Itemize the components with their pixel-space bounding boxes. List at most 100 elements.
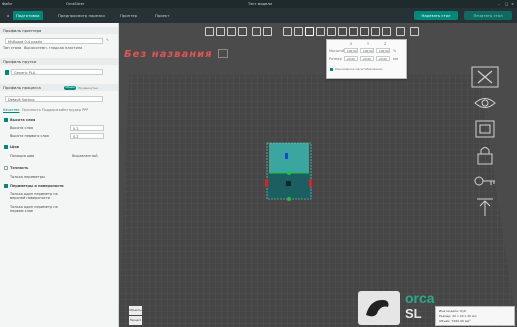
tab-strength[interactable]: Прочность (22, 108, 41, 112)
edit-icon[interactable]: ✎ (106, 38, 109, 42)
seam-paint-icon[interactable] (371, 27, 380, 36)
lift-arrow-icon[interactable] (471, 196, 499, 218)
slice-button[interactable]: Нарезать стол (414, 11, 458, 20)
plate-type-select[interactable]: Высокотемп. гладкая пластина (22, 45, 108, 51)
first-layer-height-label: Высота первого слоя (10, 134, 49, 138)
walls-header: Периметры и поверхности (10, 184, 64, 188)
brand-sub: SL (405, 306, 422, 321)
build-plate (119, 75, 517, 327)
walls-icon (4, 184, 8, 188)
3d-viewport[interactable] (119, 23, 517, 327)
print-button[interactable]: Печатать стол (464, 11, 512, 20)
process-select[interactable]: Default Setting (5, 96, 103, 102)
key-icon[interactable] (471, 170, 499, 192)
tab-extruder[interactable]: Экструдер PPP (62, 108, 88, 112)
arrange-icon[interactable] (227, 27, 236, 36)
size-x-input[interactable]: 20.00 (344, 56, 358, 61)
close-view-icon[interactable] (471, 66, 499, 88)
grid-icon[interactable] (216, 27, 225, 36)
scale-popup: X Y Z Масштаб 100.00 100.00 100.00 % Раз… (326, 39, 407, 79)
paint-icon[interactable] (338, 27, 347, 36)
cube-model[interactable] (265, 142, 312, 201)
layers-icon[interactable] (263, 27, 272, 36)
tab-support[interactable]: Поддержки (42, 108, 63, 112)
app-name: OrcaSlicer (66, 1, 85, 6)
printer-section-header: Профиль принтера (0, 27, 118, 34)
walls-first-label: Только один периметр на первом слое (10, 205, 58, 213)
filament-color-swatch[interactable] (5, 70, 9, 75)
orient-icon[interactable] (238, 27, 247, 36)
uniform-scale-label: Равномерное масштабирование (335, 67, 383, 71)
filament-select[interactable]: Generic PLA (11, 69, 103, 75)
tab-project[interactable]: Проект (152, 11, 172, 20)
view-eye-icon[interactable] (471, 92, 499, 114)
object-info-panel: Имя модели: Куб Размер: 20 x 20 x 20 мм … (435, 306, 515, 326)
size-label: Размер (329, 57, 342, 61)
maximize-icon[interactable]: □ (505, 2, 508, 6)
process-tab[interactable]: Процесс (129, 316, 142, 325)
plate-title[interactable]: Без названия (124, 49, 213, 60)
seam-position-label: Позиция шва (10, 154, 35, 158)
brand-word: orca (405, 290, 435, 306)
close-icon[interactable]: × (511, 2, 514, 6)
precision-icon (4, 166, 8, 170)
info-line-3: Объём: 7999.99 мм³ (439, 319, 471, 323)
text-icon[interactable] (349, 27, 358, 36)
z-header: Z (384, 42, 387, 46)
scale-y-input[interactable]: 100.00 (360, 48, 374, 53)
size-y-input[interactable]: 20.00 (360, 56, 374, 61)
objects-tab[interactable]: Объекты (129, 306, 142, 315)
view-icon[interactable] (396, 27, 405, 36)
seam-position-select[interactable]: Выравненный (70, 153, 110, 159)
first-layer-height-input[interactable]: 0.2 (70, 133, 104, 139)
tab-printer[interactable]: Принтер (117, 11, 140, 20)
lock-icon[interactable] (471, 144, 499, 166)
scale-icon[interactable] (305, 27, 314, 36)
window-title: Тест модели (248, 1, 272, 6)
scale-z-input[interactable]: 100.00 (376, 48, 390, 53)
walls-top-label: Только один периметр на верхней поверхно… (10, 192, 58, 200)
plate-icon[interactable] (252, 27, 261, 36)
layer-height-header: Высота слоя (10, 118, 36, 122)
title-bar: Файл OrcaSlicer Тест модели – □ × (0, 0, 517, 8)
add-icon[interactable] (205, 27, 214, 36)
uniform-scale-checkbox[interactable] (330, 68, 333, 71)
emboss-icon[interactable] (360, 27, 369, 36)
viewport-toolbar (205, 27, 455, 39)
plate-settings-icon[interactable] (471, 118, 499, 140)
size-unit: мм (393, 57, 399, 61)
mode-advanced-toggle[interactable]: Продвинутые (78, 86, 98, 90)
filament-section-header: Профиль прутка (0, 58, 118, 65)
support-paint-icon[interactable] (382, 27, 391, 36)
layer-height-input[interactable]: 0.2 (70, 125, 104, 131)
mode-general-toggle[interactable]: Общие (64, 86, 76, 90)
plate-type-label: Тип стола (3, 46, 22, 50)
scale-unit: % (393, 49, 397, 53)
info-line-1: Имя модели: Куб (439, 309, 466, 313)
rotate-icon[interactable] (294, 27, 303, 36)
tab-quality[interactable]: Качество (3, 108, 20, 112)
tab-preview[interactable]: Предпросмотр нарезки (55, 11, 108, 20)
object-list-icon[interactable] (410, 27, 419, 36)
scale-x-input[interactable]: 100.00 (344, 48, 358, 53)
layer-height-icon (4, 118, 8, 122)
size-z-input[interactable]: 20.00 (376, 56, 390, 61)
layer-height-label: Высота слоя (10, 126, 33, 130)
seam-icon (4, 145, 8, 149)
precision-label: Только периметры (10, 175, 45, 179)
tab-prepare[interactable]: Подготовка (13, 11, 43, 20)
measure-icon[interactable] (327, 27, 336, 36)
x-header: X (350, 42, 353, 46)
y-header: Y (367, 42, 370, 46)
move-icon[interactable] (283, 27, 292, 36)
scale-label: Масштаб (329, 49, 346, 53)
orca-logo (358, 291, 400, 325)
info-line-2: Размер: 20 x 20 x 20 мм (439, 314, 477, 318)
cut-icon[interactable] (316, 27, 325, 36)
main-tab-bar: ⌂ Подготовка Предпросмотр нарезки Принте… (0, 8, 517, 23)
minimize-icon[interactable]: – (498, 2, 500, 6)
printer-select[interactable]: MyBoard 0.4 nozzle (5, 38, 103, 44)
edit-plate-name-icon[interactable] (218, 49, 228, 58)
process-section-header: Профиль процесса (0, 84, 118, 91)
file-menu[interactable]: Файл (2, 2, 12, 6)
